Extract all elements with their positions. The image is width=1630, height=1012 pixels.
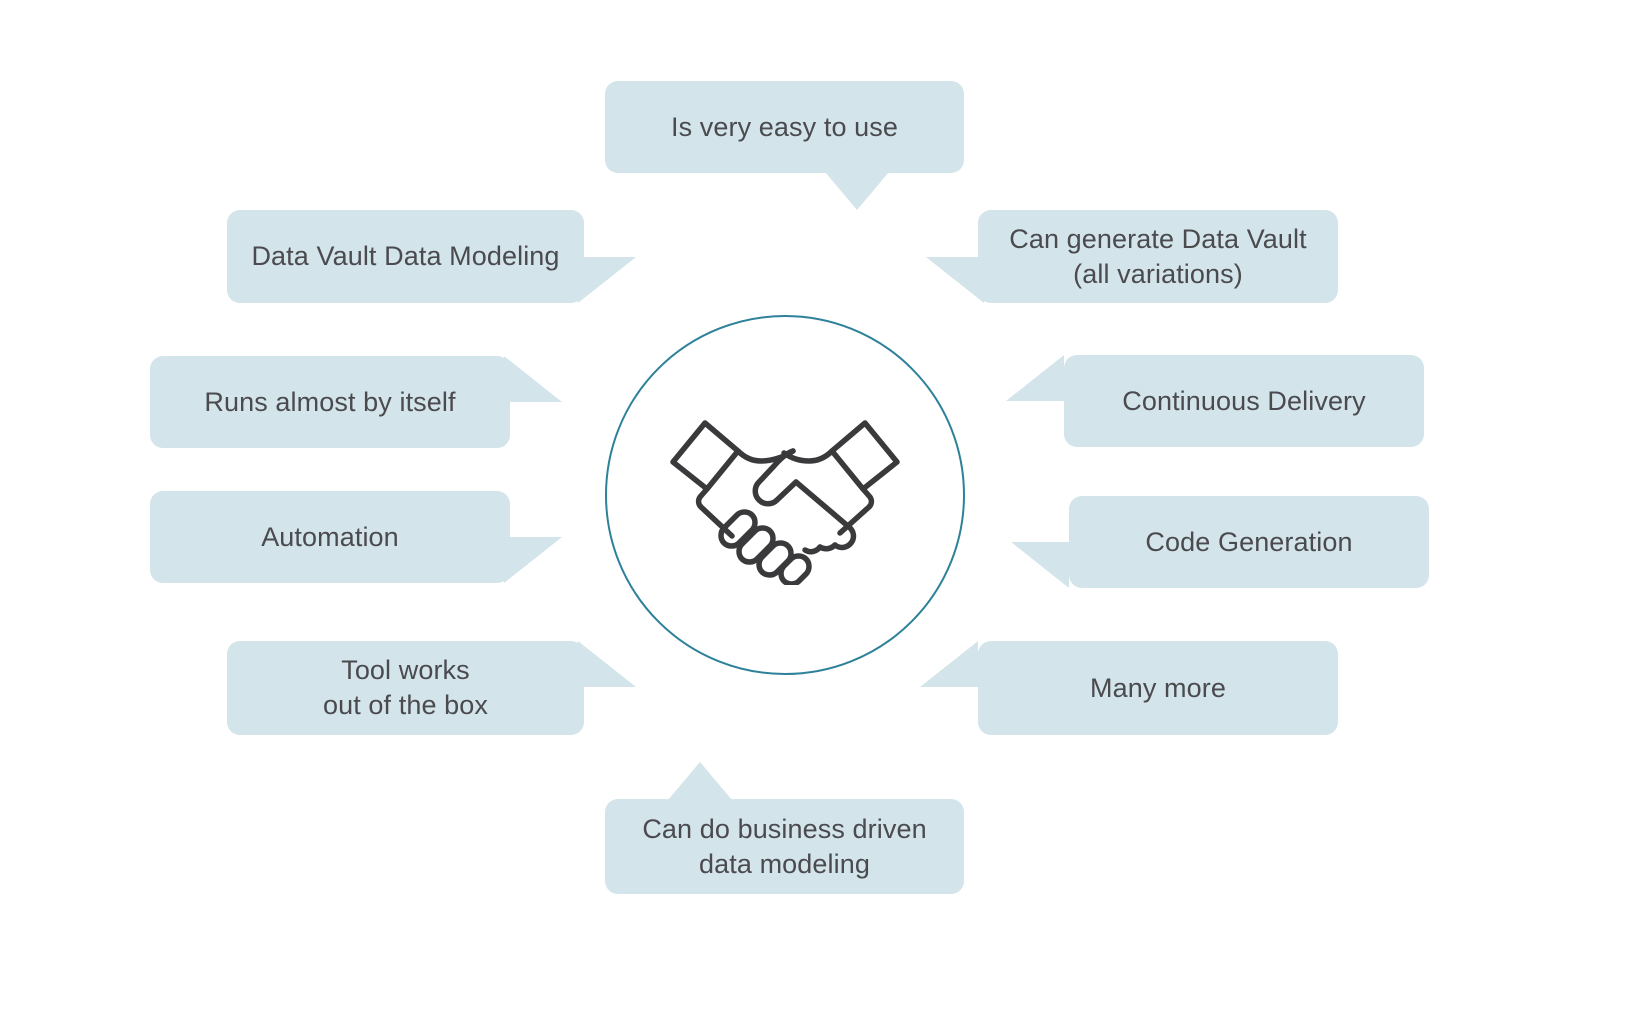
bubble-is-very-easy-to-use[interactable]: Is very easy to use <box>605 81 964 173</box>
bubble-label-can-generate-data-vault: Can generate Data Vault (all variations) <box>1009 223 1307 289</box>
bubble-many-more[interactable]: Many more <box>978 641 1338 735</box>
bubble-label-can-do-business-driven-data-modeling: Can do business driven data modeling <box>642 813 927 879</box>
bubble-runs-almost-by-itself[interactable]: Runs almost by itself <box>150 356 510 448</box>
bubble-data-vault-data-modeling[interactable]: Data Vault Data Modeling <box>227 210 584 303</box>
bubble-label-continuous-delivery: Continuous Delivery <box>1122 385 1366 416</box>
bubble-label-code-generation: Code Generation <box>1145 526 1353 557</box>
bubble-tail-is-very-easy-to-use <box>825 172 889 210</box>
bubble-tail-tool-works-out-of-the-box <box>578 641 636 687</box>
bubble-label-tool-works-out-of-the-box: Tool works out of the box <box>322 655 489 720</box>
bubble-tail-automation <box>504 537 562 583</box>
bubble-tail-continuous-delivery <box>1006 355 1064 401</box>
bubble-label-automation: Automation <box>261 521 399 552</box>
bubble-can-do-business-driven-data-modeling[interactable]: Can do business driven data modeling <box>605 799 964 894</box>
bubble-can-generate-data-vault[interactable]: Can generate Data Vault (all variations) <box>978 210 1338 303</box>
bubble-label-runs-almost-by-itself: Runs almost by itself <box>204 386 456 417</box>
handshake-icon <box>660 405 910 587</box>
bubble-code-generation[interactable]: Code Generation <box>1069 496 1429 588</box>
bubble-tail-code-generation <box>1011 542 1069 588</box>
bubble-tail-data-vault-data-modeling <box>578 257 636 303</box>
bubble-tail-can-generate-data-vault <box>926 257 984 303</box>
bubble-label-is-very-easy-to-use: Is very easy to use <box>671 111 898 142</box>
diagram-canvas: Is very easy to use Data Vault Data Mode… <box>0 0 1630 1012</box>
bubble-label-data-vault-data-modeling: Data Vault Data Modeling <box>251 241 560 272</box>
bubble-tail-many-more <box>920 641 978 687</box>
bubble-tail-runs-almost-by-itself <box>504 356 562 402</box>
bubble-automation[interactable]: Automation <box>150 491 510 583</box>
bubble-tool-works-out-of-the-box[interactable]: Tool works out of the box <box>227 641 584 735</box>
bubble-continuous-delivery[interactable]: Continuous Delivery <box>1064 355 1424 447</box>
bubble-tail-can-do-business-driven-data-modeling <box>668 762 732 800</box>
bubble-label-many-more: Many more <box>1090 672 1226 703</box>
